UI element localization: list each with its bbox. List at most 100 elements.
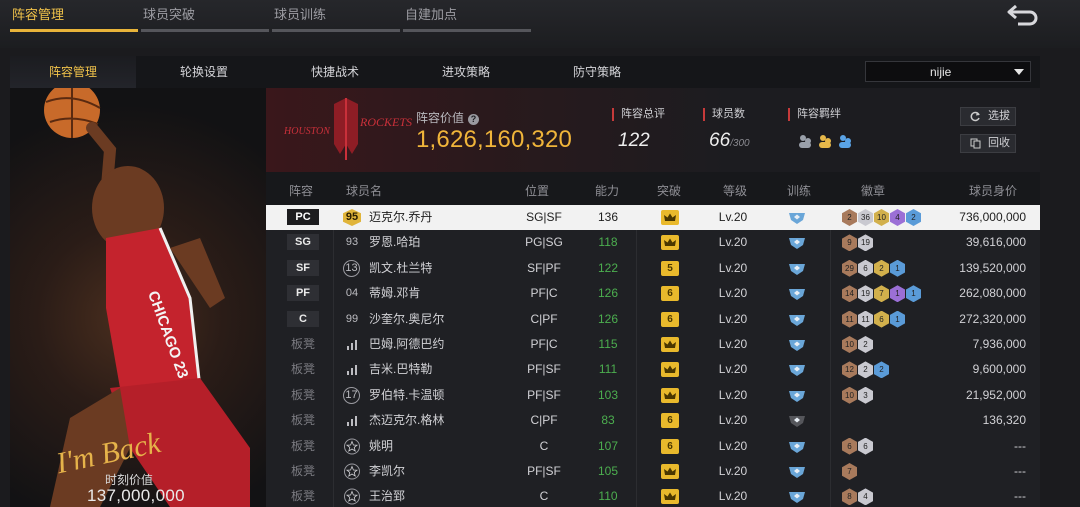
badge-hex: 11 (842, 311, 857, 328)
table-row[interactable]: 板凳 杰迈克尔.格林 C|PF 83 6 Lv.20 136,320 (266, 408, 1040, 433)
svg-text:ROCKETS: ROCKETS (359, 115, 412, 129)
lineup-panel: 阵容管理 轮换设置 快捷战术 进攻策略 防守策略 nijie CHICAGO 2… (10, 56, 1040, 507)
player-worth: 21,952,000 (965, 387, 1026, 402)
badge-hex: 8 (842, 488, 857, 505)
top-tab-lineup[interactable]: 阵容管理 (10, 0, 138, 32)
training-icon[interactable] (787, 210, 807, 225)
subtab-quick-tactics[interactable]: 快捷战术 (272, 56, 398, 88)
breakthrough-badge: 6 (661, 286, 679, 302)
back-button[interactable] (1006, 2, 1040, 28)
badge-list[interactable]: 11 11 6 1 (842, 311, 906, 328)
slot-badge: SF (287, 259, 319, 276)
breakthrough-badge: 6 (661, 413, 679, 429)
lineup-select-dropdown[interactable]: nijie (865, 61, 1031, 82)
training-icon[interactable] (787, 464, 807, 479)
player-level: Lv.20 (718, 413, 748, 428)
player-position: PF|SF (527, 387, 561, 402)
select-button[interactable]: 选拔 (960, 107, 1016, 126)
player-position: SG|SF (526, 210, 562, 224)
table-row[interactable]: 板凳 李凯尔 PF|SF 105 Lv.20 7 --- (266, 459, 1040, 484)
badge-hex: 4 (890, 209, 905, 226)
badge-list[interactable]: 66 (842, 438, 874, 455)
lineup-select-value: nijie (930, 65, 952, 79)
training-icon[interactable] (787, 261, 807, 276)
table-row[interactable]: 板凳 王治郅 C 110 Lv.20 8 4 --- (266, 484, 1040, 507)
top-tab-custom-points[interactable]: 自建加点 (403, 0, 531, 32)
badge-list[interactable]: 12 2 2 (842, 361, 890, 378)
refresh-icon (970, 111, 980, 122)
subtab-defense-strategy[interactable]: 防守策略 (534, 56, 660, 88)
table-row[interactable]: SG 93 罗恩.哈珀 PG|SG 118 Lv.20 9 19 39,616,000 (266, 230, 1040, 255)
top-tab-label: 阵容管理 (12, 7, 65, 22)
badge-list[interactable]: 2 36 10 4 2 (842, 209, 922, 226)
badge-hex: 6 (858, 260, 873, 277)
col-player-worth: 球员身价 (969, 184, 1018, 198)
table-row[interactable]: SF 13 凯文.杜兰特 SF|PF 122 5 Lv.20 29 6 2 1 139,520,000 (266, 256, 1040, 281)
player-name: 罗恩.哈珀 (369, 235, 421, 250)
badge-list[interactable]: 9 19 (842, 234, 874, 251)
featured-player-card[interactable]: CHICAGO 23 I'm Back 时刻价值 137,000,000 (10, 88, 266, 507)
training-icon[interactable] (787, 439, 807, 454)
badge-hex: 29 (842, 260, 857, 277)
table-row[interactable]: 板凳 17 罗伯特.卡温顿 PF|SF 103 Lv.20 10 3 21,952,000 (266, 383, 1040, 408)
player-worth: 272,320,000 (959, 311, 1026, 326)
training-icon[interactable] (787, 286, 807, 301)
badge-list[interactable]: 29 6 2 1 (842, 260, 906, 277)
subtab-rotation[interactable]: 轮换设置 (141, 56, 267, 88)
training-icon[interactable] (787, 489, 807, 504)
badge-list[interactable]: 7 (842, 463, 858, 480)
badge-hex: 10 (842, 387, 857, 404)
top-tab-breakthrough[interactable]: 球员突破 (141, 0, 269, 32)
player-level: Lv.20 (718, 337, 748, 351)
training-icon[interactable] (787, 413, 807, 428)
table-row[interactable]: PF 04 蒂姆.邓肯 PF|C 126 6 Lv.20 14 19 7 1 1 262,080,000 (266, 281, 1040, 306)
player-ability: 107 (597, 438, 619, 453)
training-icon[interactable] (787, 362, 807, 377)
top-tab-training[interactable]: 球员训练 (272, 0, 400, 32)
table-row[interactable]: PC 95 迈克尔.乔丹 SG|SF 136 Lv.20 2 36 10 4 2 736,000,00… (266, 205, 1040, 230)
table-row[interactable]: 板凳 吉米.巴特勒 PF|SF 111 Lv.20 12 2 2 9,600,000 (266, 357, 1040, 382)
player-position: C|PF (530, 413, 558, 428)
help-icon[interactable]: ? (468, 114, 480, 125)
slot-badge: PF (287, 285, 319, 302)
badge-list[interactable]: 10 3 (842, 387, 874, 404)
moment-value: 137,000,000 (87, 486, 185, 505)
player-position: PF|SF (527, 362, 561, 377)
badge-list[interactable]: 14 19 7 1 1 (842, 285, 922, 302)
table-row[interactable]: C 99 沙奎尔.奥尼尔 C|PF 126 6 Lv.20 11 11 6 1 272,320,000 (266, 307, 1040, 332)
player-count-label: 球员数 (703, 108, 745, 121)
recycle-button[interactable]: 回收 (960, 134, 1016, 153)
training-icon[interactable] (787, 388, 807, 403)
player-position: C|PF (530, 311, 558, 326)
badge-hex: 10 (842, 336, 857, 353)
badge-list[interactable]: 84 (842, 488, 874, 505)
top-navigation: 阵容管理 球员突破 球员训练 自建加点 (0, 0, 1080, 48)
player-worth: 9,600,000 (972, 362, 1026, 377)
roster-table-header: 阵容 球员名 位置 能力 突破 等级 训练 徽章 球员身价 (266, 172, 1040, 205)
badge-hex: 7 (842, 463, 857, 480)
col-badges: 徽章 (861, 184, 886, 198)
bench-label: 板凳 (291, 337, 316, 351)
player-level: Lv.20 (718, 362, 748, 377)
badge-hex: 14 (842, 285, 857, 302)
badge-hex: 2 (906, 209, 921, 226)
player-ability: 83 (601, 413, 615, 428)
player-name: 蒂姆.邓肯 (369, 286, 421, 301)
table-row[interactable]: 板凳 巴姆.阿德巴约 PF|C 115 Lv.20 10 2 7,936,000 (266, 332, 1040, 357)
badge-hex: 10 (874, 209, 889, 226)
player-worth: --- (1014, 438, 1026, 453)
player-position: SF|PF (527, 260, 561, 275)
training-icon[interactable] (787, 235, 807, 250)
back-arrow-icon (1007, 4, 1038, 26)
lineup-rating-label: 阵容总评 (612, 108, 665, 121)
training-icon[interactable] (787, 337, 807, 352)
player-worth: 262,080,000 (959, 286, 1026, 301)
bond-icons[interactable] (796, 132, 866, 150)
player-level: Lv.20 (718, 387, 748, 402)
training-icon[interactable] (787, 312, 807, 327)
subtab-lineup-management[interactable]: 阵容管理 (10, 56, 136, 88)
table-row[interactable]: 板凳 姚明 C 107 6 Lv.20 6 6 --- (266, 434, 1040, 459)
badge-list[interactable]: 10 2 (842, 336, 874, 353)
subtab-offense-strategy[interactable]: 进攻策略 (403, 56, 529, 88)
top-tab-label: 球员训练 (274, 7, 327, 22)
